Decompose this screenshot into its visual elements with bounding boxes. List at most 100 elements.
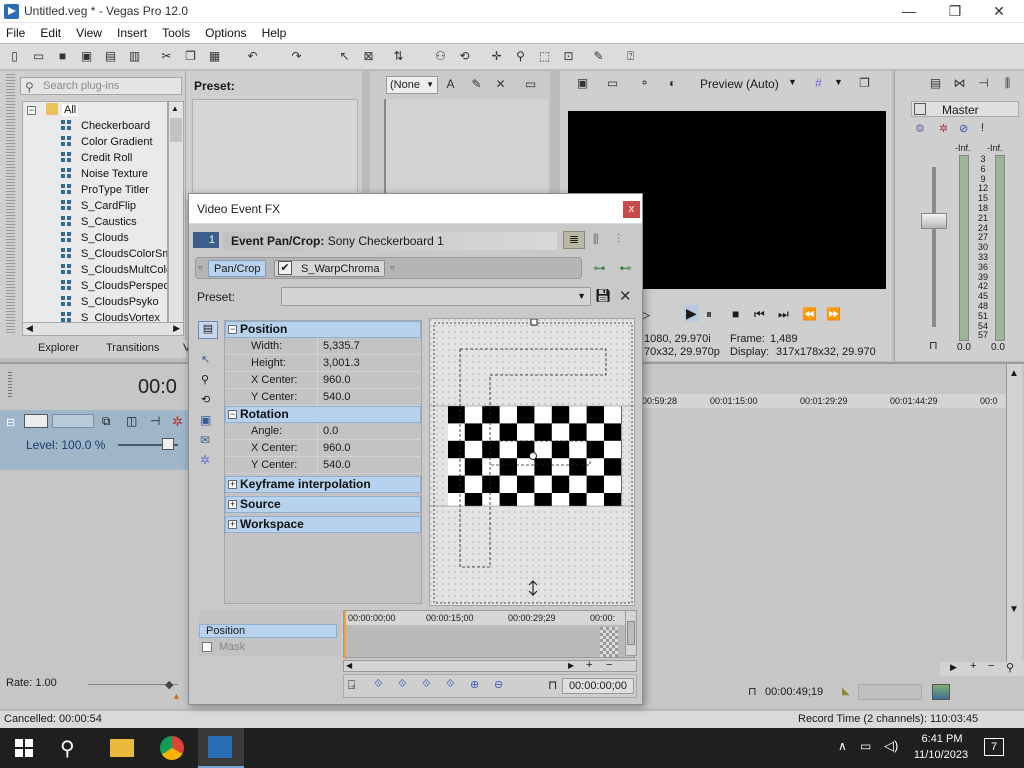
timeline-lock-icon[interactable]: ⊓ [748,685,757,698]
region-icon[interactable]: ◣ [842,686,850,697]
open-folder-icon[interactable]: ▭ [30,48,47,65]
show-properties-icon[interactable]: ▤ [198,321,218,339]
section-source[interactable]: + Source [225,496,421,513]
expand-icon[interactable]: + [228,520,237,529]
plugin-item[interactable]: S_CardFlip [61,198,136,214]
scroll-down-icon[interactable]: ▼ [1009,604,1019,615]
scroll-right-icon[interactable]: ▶ [173,323,180,334]
menu-edit[interactable]: Edit [34,23,67,40]
menu-file[interactable]: File [0,23,31,40]
preview-props-icon[interactable]: ▣ [574,75,591,92]
collapse-icon[interactable]: − [228,410,237,419]
expand-icon[interactable]: + [228,500,237,509]
delete-preset-icon[interactable]: ✕ [619,287,632,305]
mixer-props-icon[interactable]: ▤ [927,75,944,92]
sync-cursor-icon[interactable]: ⍈ [348,678,355,693]
plugin-item[interactable]: Noise Texture [61,166,148,182]
panel-grip[interactable] [6,74,15,334]
pan-crop-workspace[interactable] [429,318,635,606]
lock-aspect-icon[interactable]: ✉ [200,433,210,447]
external-monitor-icon[interactable]: ▭ [604,75,621,92]
brush-tool-icon[interactable]: ✎ [590,48,607,65]
property-row[interactable]: X Center: 960.0 [225,372,421,389]
track-motion-icon[interactable]: ⧉ [102,414,111,429]
menu-insert[interactable]: Insert [111,23,153,40]
mixer-fx-icon[interactable]: ⚙ [915,122,925,135]
trimmer-monitor-icon[interactable]: ▭ [522,76,539,93]
tab-transitions[interactable]: Transitions [106,342,159,354]
track-composite-icon[interactable]: ◫ [126,414,137,428]
crop-handle-top[interactable] [530,319,538,326]
paste-icon[interactable]: ▦ [206,48,223,65]
minimize-button[interactable]: — [886,0,932,23]
section-position[interactable]: − Position [225,321,421,338]
help-pointer-icon[interactable]: ⍰ [622,48,639,65]
pause-icon[interactable]: ⏸ [706,307,712,322]
snapping-icon[interactable]: ✛ [488,48,505,65]
timeline-grip[interactable] [8,372,12,398]
master-fader-track[interactable] [932,167,936,327]
scroll-thumb[interactable] [627,621,635,645]
menu-tools[interactable]: Tools [156,23,196,40]
property-row[interactable]: Y Center: 540.0 [225,389,421,406]
dialog-preset-combo[interactable]: ▼ [281,287,591,306]
prev-keyframe-icon[interactable]: ⟐ [398,678,407,691]
track-fx-icon[interactable]: ⊣ [150,414,160,428]
fx-enabled-checkbox[interactable]: ✔ [278,261,292,275]
chevron-down-icon[interactable]: ▼ [577,291,586,301]
stop-icon[interactable]: ■ [732,307,739,321]
volume-icon[interactable]: ◁) [884,738,898,754]
workspace-canvas[interactable] [430,319,635,606]
center-handle[interactable] [529,452,537,460]
collapse-icon[interactable]: − [228,325,237,334]
property-row[interactable]: Width: 5,335.7 [225,338,421,355]
tab-explorer[interactable]: Explorer [38,342,79,354]
chrome-icon[interactable] [160,736,184,760]
plugin-item[interactable]: S_CloudsPsyko [61,294,159,310]
track-fx-gear-icon[interactable]: ✲ [172,414,183,430]
overlays-icon[interactable]: # [810,75,827,92]
taskbar-search-icon[interactable]: ⚲ [60,736,75,761]
property-row[interactable]: Height: 3,001.3 [225,355,421,372]
auto-crossfade-icon[interactable]: ⟲ [456,48,473,65]
plugin-item[interactable]: S_CloudsColorSmo [61,246,167,262]
save-icon[interactable]: ■ [54,48,71,65]
fx-grid-view-icon[interactable]: ⫼ [593,232,599,247]
section-workspace[interactable]: + Workspace [225,516,421,533]
scroll-right-icon[interactable]: ▶ [568,661,574,670]
add-keyframe-icon[interactable]: ⊕ [470,678,479,691]
tray-chevron-icon[interactable]: ∧ [838,739,847,753]
clock-time[interactable]: 6:41 PM [912,733,972,745]
plugin-chain-icon[interactable]: ⊶ [591,260,608,277]
keyframe-time-field[interactable]: 00:00:00;00 [562,678,634,694]
trimmer-delete-icon[interactable]: ✕ [492,76,509,93]
split-screen-icon[interactable]: ◐ [664,75,681,92]
zoom-edit-icon[interactable]: ⚲ [201,373,209,386]
kf-zoom-out-icon[interactable]: − [606,659,612,671]
track-collapse-icon[interactable]: ⊟ [6,416,15,429]
normal-edit-icon[interactable]: ↖ [201,353,210,366]
new-icon[interactable]: ▯ [6,48,23,65]
track-name-field[interactable] [52,414,94,428]
preview-quality[interactable]: Preview (Auto) [700,77,779,91]
mixer-dim-icon[interactable]: ⊣ [975,75,992,92]
mixer-mute-icon[interactable]: ⊘ [959,122,968,135]
render-icon[interactable]: ▤ [102,48,119,65]
trimmer-pencil-icon[interactable]: ✎ [468,76,485,93]
preview-fx-icon[interactable]: ⚬ [636,75,653,92]
tree-horizontal-scrollbar[interactable]: ◀ ▶ [22,322,184,336]
scroll-left-icon[interactable]: ◀ [26,323,33,334]
file-explorer-icon[interactable] [110,739,134,757]
menu-options[interactable]: Options [199,23,252,40]
copy-snapshot-icon[interactable]: ❐ [856,75,873,92]
keyframe-horizontal-scrollbar[interactable]: ◀ ▶ + − [343,659,637,672]
windows-start-icon[interactable] [15,739,33,757]
mask-checkbox[interactable] [202,642,212,652]
scroll-left-icon[interactable]: ◀ [346,661,352,670]
envelope-tool-icon[interactable]: ⊠ [360,48,377,65]
tree-node-all[interactable]: − All [27,102,79,118]
keyframe-scrollbar[interactable] [625,610,637,656]
marker-icon[interactable]: ⚲ [512,48,529,65]
fx-list-view-icon[interactable]: ⫶ [617,232,620,247]
keyframe-track-mask[interactable]: Mask [199,640,337,654]
